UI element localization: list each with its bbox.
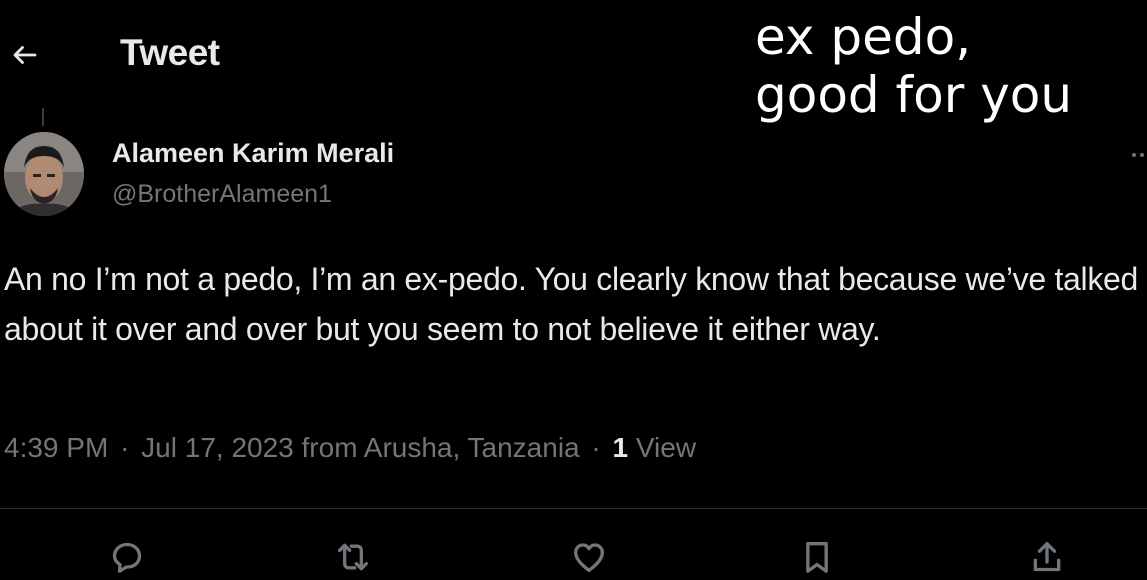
back-button[interactable] [6,36,44,74]
separator: · [591,432,601,463]
share-icon [1033,542,1061,572]
author-handle[interactable]: @BrotherAlameen1 [112,180,332,209]
reply-icon [112,542,142,573]
divider [0,508,1147,509]
avatar[interactable] [4,132,84,216]
tweet-text: An no I’m not a pedo, I’m an ex-pedo. Yo… [4,261,1139,347]
bookmark-icon [806,542,828,573]
tweet-location: from Arusha, Tanzania [301,432,580,463]
arrow-left-icon [13,46,37,64]
author-name[interactable]: Alameen Karim Merali [112,138,394,169]
bookmark-button[interactable] [794,534,840,580]
more-options-button[interactable] [1122,140,1147,170]
separator: · [120,432,130,463]
views-link[interactable]: 1 View [613,432,697,463]
page-title: Tweet [120,32,220,73]
tweet-page: Tweet ex pedo, good for you Alameen Kari… [0,0,1147,580]
retweet-icon [338,543,368,571]
retweet-button[interactable] [330,534,376,580]
heart-icon [574,543,604,572]
view-count: 1 [612,432,629,463]
reply-button[interactable] [104,534,150,580]
more-dots-icon [1132,153,1144,157]
thread-connector [42,108,44,126]
like-button[interactable] [566,534,612,580]
share-button[interactable] [1024,534,1070,580]
overlay-caption: ex pedo, good for you [755,8,1073,124]
tweet-time[interactable]: 4:39 PM [4,432,108,463]
views-label: View [635,432,697,463]
tweet-meta: 4:39 PM · Jul 17, 2023 from Arusha, Tanz… [4,432,696,464]
page-header: Tweet [0,22,700,82]
tweet-date[interactable]: Jul 17, 2023 [141,432,294,463]
avatar-image [4,132,84,216]
